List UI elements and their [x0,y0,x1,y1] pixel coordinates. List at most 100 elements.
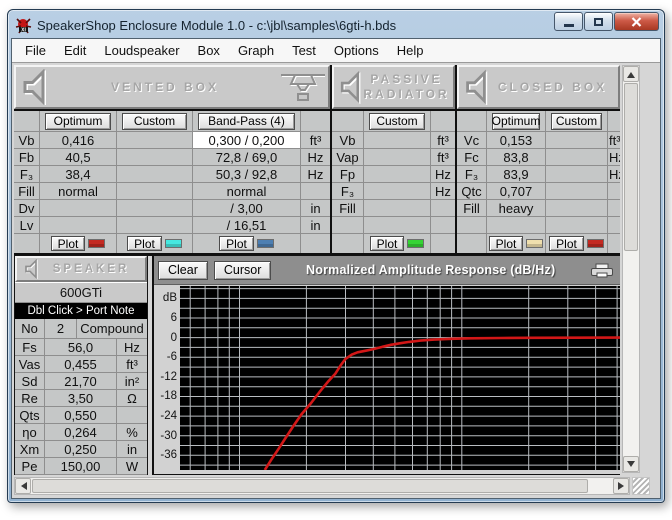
unit-header-cell [431,111,455,131]
table-row: Vas0,455ft³ [15,356,147,373]
unit-label: ft³ [608,132,620,148]
unit-label: % [117,424,147,440]
closed-value-cell[interactable] [487,217,546,233]
cursor-button[interactable]: Cursor [214,261,272,280]
closed-value-cell[interactable]: heavy [487,200,546,216]
row-label: F₃ [457,166,487,182]
panel-title: SPEAKER [41,263,141,275]
menu-item-loudspeaker[interactable]: Loudspeaker [95,40,188,61]
vented-value-cell[interactable]: 0,416 [40,132,117,148]
clear-button[interactable]: Clear [158,261,208,280]
vertical-scrollbar-thumb[interactable] [624,83,638,251]
arrow-down-icon [627,461,635,471]
menu-item-graph[interactable]: Graph [229,40,283,61]
vented-value-cell[interactable] [40,200,117,216]
vented-value-cell[interactable]: 50,3 / 92,8 [193,166,301,182]
speaker-value-cell[interactable]: 3,50 [45,390,117,406]
closed-value-cell[interactable]: 83,8 [487,149,546,165]
vented-value-cell[interactable] [40,217,117,233]
passive-plot-button-custom[interactable]: Plot [370,236,405,251]
vented-value-cell[interactable]: normal [193,183,301,199]
passive-custom-button[interactable]: Custom [369,113,425,130]
menu-item-help[interactable]: Help [388,40,433,61]
vented-value-cell[interactable]: / 16,51 [193,217,301,233]
horizontal-scrollbar-thumb[interactable] [32,479,588,493]
speaker-value-cell[interactable]: 0,550 [45,407,117,423]
unit-label: ft³ [431,132,455,148]
closed-value-cell[interactable]: 0,153 [487,132,546,148]
title-bar[interactable]: XI SpeakerShop Enclosure Module 1.0 - c:… [11,13,661,38]
menu-item-file[interactable]: File [16,40,55,61]
vented-value-cell[interactable] [117,183,193,199]
vented-value-cell[interactable] [117,149,193,165]
speaker-no-value[interactable]: 2 [45,319,77,338]
closed-value-cell[interactable] [546,217,608,233]
closed-value-cell[interactable] [546,200,608,216]
resize-grip[interactable] [632,477,650,495]
scroll-up-button[interactable] [623,66,639,82]
passive-value-cell[interactable] [364,149,431,165]
plot-color-swatch [587,239,604,248]
vented-value-cell[interactable] [117,200,193,216]
scroll-right-button[interactable] [613,478,629,494]
printer-icon[interactable] [590,263,614,278]
menu-item-edit[interactable]: Edit [55,40,95,61]
passive-value-cell[interactable] [364,132,431,148]
vented-value-cell[interactable]: / 3,00 [193,200,301,216]
passive-value-cell[interactable] [364,200,431,216]
closed-value-cell[interactable] [546,166,608,182]
speaker-value-cell[interactable]: 0,250 [45,441,117,457]
closed-value-cell[interactable]: 83,9 [487,166,546,182]
vented-plot-button-band-pass-4[interactable]: Plot [219,236,254,251]
speaker-model-button[interactable]: 600GTi [15,282,147,303]
vented-value-cell[interactable]: 38,4 [40,166,117,182]
vented-custom-button[interactable]: Custom [122,113,187,130]
vented-value-cell[interactable]: normal [40,183,117,199]
passive-value-cell[interactable] [364,183,431,199]
speaker-value-cell[interactable]: 56,0 [45,339,117,355]
vented-value-cell[interactable]: 72,8 / 69,0 [193,149,301,165]
vented-box-header: VENTED BOX [14,65,330,109]
closed-value-cell[interactable] [546,149,608,165]
table-row: F₃38,450,3 / 92,8Hz [14,166,330,183]
vented-value-cell[interactable]: 40,5 [40,149,117,165]
vented-plot-button-custom[interactable]: Plot [127,236,162,251]
passive-value-cell[interactable] [364,166,431,182]
vented-value-cell[interactable] [117,132,193,148]
vented-band-pass-4-button[interactable]: Band-Pass (4) [198,113,295,130]
speaker-value-cell[interactable]: 0,455 [45,356,117,372]
menu-item-options[interactable]: Options [325,40,388,61]
closed-value-cell[interactable]: 0,707 [487,183,546,199]
horizontal-scrollbar[interactable] [14,477,630,495]
closed-plot-button-optimum[interactable]: Plot [489,236,524,251]
speaker-value-cell[interactable]: 21,70 [45,373,117,389]
scroll-down-button[interactable] [623,456,639,472]
port-note-bar[interactable]: Dbl Click > Port Note [15,303,147,319]
maximize-button[interactable] [584,12,613,31]
close-button[interactable] [614,12,659,31]
closed-value-cell[interactable] [546,132,608,148]
speaker-mode-cell[interactable]: Compound [77,319,147,338]
vented-value-cell[interactable]: 0,300 / 0,200 [193,132,301,148]
vented-plot-button-optimum[interactable]: Plot [51,236,86,251]
closed-value-cell[interactable] [546,183,608,199]
vented-value-cell[interactable] [117,217,193,233]
speaker-value-cell[interactable]: 150,00 [45,458,117,474]
passive-value-cell[interactable] [364,217,431,233]
amplitude-plot[interactable] [180,286,620,470]
closed-optimum-button[interactable]: Optimum [492,113,540,130]
minimize-button[interactable] [554,12,583,31]
vented-value-cell[interactable] [117,166,193,182]
scroll-left-button[interactable] [15,478,31,494]
vented-column-header: Optimum [40,111,117,131]
table-row: Fb40,572,8 / 69,0Hz [14,149,330,166]
plot-color-swatch [407,239,424,248]
menu-item-test[interactable]: Test [283,40,325,61]
row-label: Qts [15,407,45,423]
speaker-value-cell[interactable]: 0,264 [45,424,117,440]
vented-optimum-button[interactable]: Optimum [45,113,111,130]
closed-custom-button[interactable]: Custom [551,113,602,130]
closed-plot-button-custom[interactable]: Plot [549,236,584,251]
vertical-scrollbar[interactable] [622,65,640,473]
menu-item-box[interactable]: Box [189,40,229,61]
